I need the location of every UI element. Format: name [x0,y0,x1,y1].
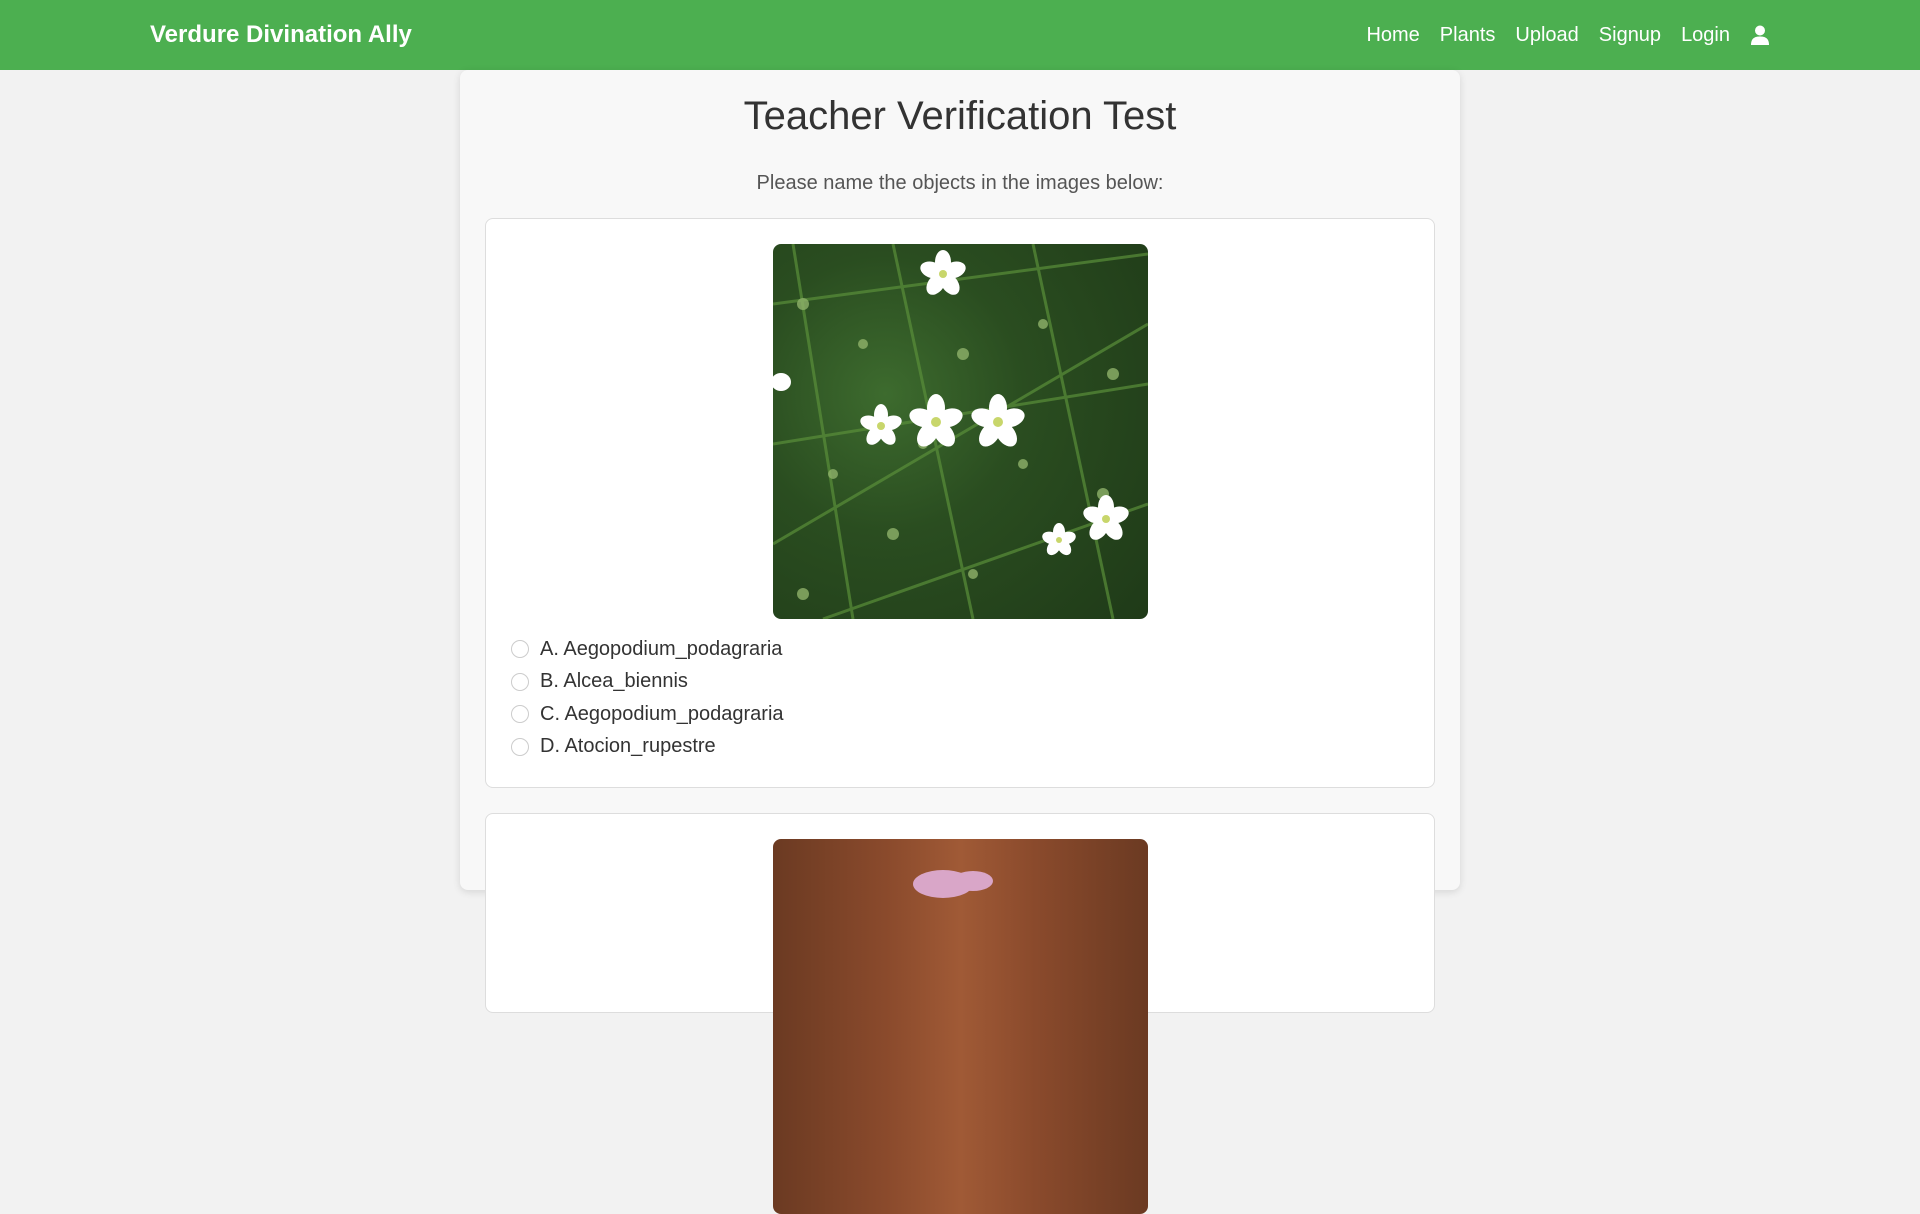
radio-button[interactable] [511,672,529,691]
option-label: C. Aegopodium_podagraria [540,702,784,725]
page-subtitle: Please name the objects in the images be… [756,172,1164,194]
question-card [485,813,1435,1214]
radio-button[interactable] [511,737,529,756]
brand-logo[interactable]: Verdure Divination Ally [150,0,412,70]
white-flowers-photo [773,244,1148,619]
option-c[interactable]: C. Aegopodium_podagraria [511,698,784,731]
nav-login-link[interactable]: Login [1681,24,1730,47]
option-label: D. Atocion_rupestre [540,735,716,758]
top-navbar: Verdure Divination Ally Home Plants Uplo… [0,0,1920,70]
nav-plants-link[interactable]: Plants [1440,24,1496,47]
page-title: Teacher Verification Test [743,94,1177,138]
pink-flower-photo [773,839,1148,1214]
nav-upload-link[interactable]: Upload [1515,24,1578,47]
option-label: B. Alcea_biennis [540,670,688,693]
radio-button[interactable] [511,640,529,659]
option-b[interactable]: B. Alcea_biennis [511,666,784,699]
radio-button[interactable] [511,705,529,724]
option-a[interactable]: A. Aegopodium_podagraria [511,633,784,666]
answer-options: A. Aegopodium_podagraria B. Alcea_bienni… [511,633,784,763]
user-icon[interactable] [1750,24,1770,46]
option-label: A. Aegopodium_podagraria [540,637,783,660]
option-d[interactable]: D. Atocion_rupestre [511,731,784,764]
question-card: A. Aegopodium_podagraria B. Alcea_bienni… [485,218,1435,788]
nav-home-link[interactable]: Home [1366,24,1419,47]
test-container: Teacher Verification Test Please name th… [460,70,1460,1214]
nav-links: Home Plants Upload Signup Login [1366,0,1770,70]
nav-signup-link[interactable]: Signup [1599,24,1661,47]
